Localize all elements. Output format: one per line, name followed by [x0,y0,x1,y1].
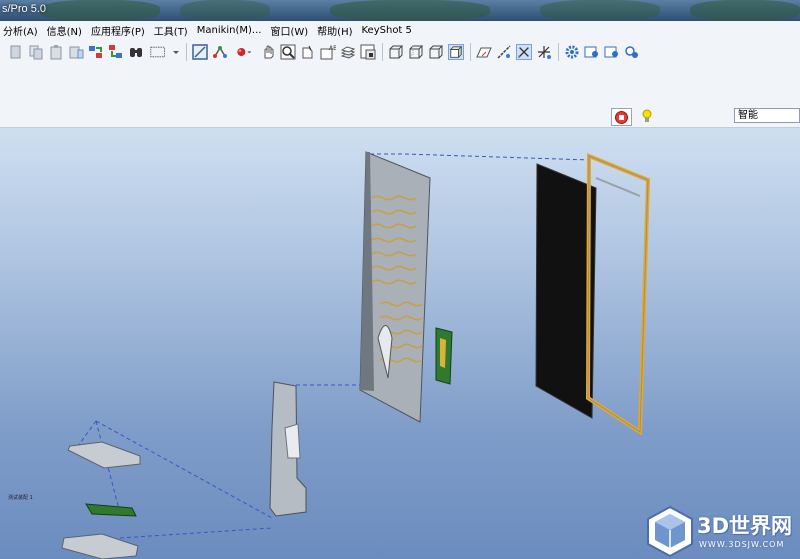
toolbar-separator [186,43,187,61]
base-top [67,441,141,469]
copy-icon[interactable] [28,44,44,60]
menu-applications[interactable]: 应用程序(P) [88,23,151,38]
wireframe-icon[interactable] [388,44,404,60]
dropdown-icon[interactable] [172,44,180,60]
hidden-line-icon[interactable] [408,44,424,60]
zoom-in-icon[interactable] [280,44,296,60]
menu-help[interactable]: 帮助(H) [314,23,358,38]
find-in-model-icon[interactable] [624,44,640,60]
paste-special-icon[interactable] [68,44,84,60]
cube-logo-icon [647,505,693,558]
main-toolbar: AB x [0,39,800,65]
toolbar-separator [382,43,383,61]
layers-icon[interactable] [360,44,376,60]
window-title: s/Pro 5.0 [2,3,47,15]
named-views-icon[interactable] [340,44,356,60]
select-box-icon[interactable] [148,44,168,60]
back-plate [359,151,431,423]
menu-keyshot[interactable]: KeyShot 5 [359,25,418,36]
selection-filter[interactable]: 智能 [734,108,800,123]
stop-button[interactable] [611,108,632,126]
datum-axes-icon[interactable] [496,44,512,60]
base-bottom [61,533,139,559]
watermark-text: 3D世界网 [697,514,793,538]
side-board [435,327,453,385]
exploded-assembly [61,151,651,559]
menu-tools[interactable]: 工具(T) [151,23,194,38]
status-light[interactable] [641,108,653,124]
paste-icon[interactable] [48,44,64,60]
monitor-stand [269,381,307,517]
light-bulb-icon [642,109,652,122]
menu-analysis[interactable]: 分析(A) [0,23,44,38]
no-hidden-icon[interactable] [428,44,444,60]
orient-mode-icon[interactable] [232,44,256,60]
stop-icon [615,110,628,124]
menu-info[interactable]: 信息(N) [44,23,88,38]
watermark-url: WWW.3DSJW.COM [699,540,785,549]
settings-icon[interactable] [564,44,580,60]
toolbar-separator [470,43,471,61]
regenerate-manager-icon[interactable] [108,44,124,60]
base-board [85,503,137,517]
toolbar-area [0,65,800,105]
find-icon[interactable] [128,44,144,60]
cut-icon[interactable] [8,44,24,60]
menu-window[interactable]: 窗口(W) [267,23,314,38]
redraw-icon[interactable] [192,44,208,60]
coord-sys-icon[interactable] [536,44,552,60]
graphics-viewport[interactable]: 测试装配 1 3D世界网 WWW.3DSJW.COM [0,128,800,559]
spin-center-icon[interactable] [212,44,228,60]
title-bar: s/Pro 5.0 [0,0,800,21]
status-row: 智能 [0,105,800,128]
svg-text:AB: AB [329,45,336,52]
refit-icon[interactable]: AB [320,44,336,60]
pan-icon[interactable] [260,44,276,60]
toolbar-separator [558,43,559,61]
menu-bar: 分析(A) 信息(N) 应用程序(P) 工具(T) Manikin(M)... … [0,21,800,40]
spin-icon[interactable] [584,44,600,60]
watermark: 3D世界网 WWW.3DSJW.COM [645,504,800,559]
viewport-label: 测试装配 1 [8,495,33,501]
svg-text:x: x [518,55,521,60]
datum-planes-icon[interactable] [476,44,492,60]
view-icon[interactable] [604,44,620,60]
front-bezel [585,153,651,436]
shading-icon[interactable] [448,44,464,60]
zoom-out-icon[interactable] [300,44,316,60]
menu-manikin[interactable]: Manikin(M)... [194,25,268,36]
datum-points-icon[interactable]: x [516,44,532,60]
regenerate-icon[interactable] [88,44,104,60]
